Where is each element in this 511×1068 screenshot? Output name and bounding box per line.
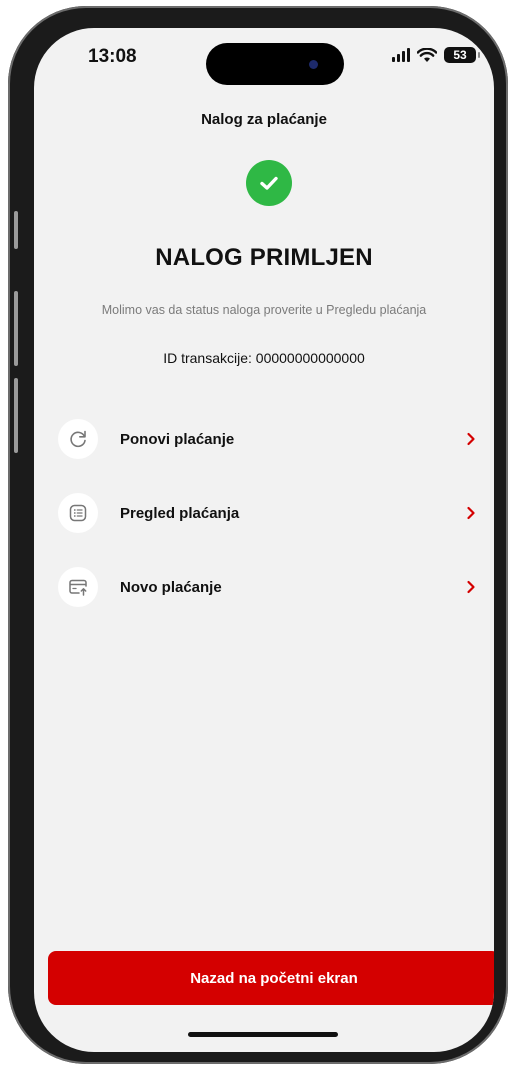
phone-frame: 13:08 53 Nalog za plaćanje NALOG PRIMLJE… [8,6,508,1064]
refresh-icon [58,419,98,459]
card-upload-icon [58,567,98,607]
dynamic-island [206,43,344,85]
action-label: Novo plaćanje [120,578,222,596]
action-list: Ponovi plaćanje Pregled plaćanja Novo pl… [58,402,478,624]
home-indicator[interactable] [188,1032,338,1037]
action-new-payment[interactable]: Novo plaćanje [58,550,478,624]
camera-icon [309,60,318,69]
action-label: Ponovi plaćanje [120,430,235,448]
back-to-home-button[interactable]: Nazad na početni ekran [48,951,494,1005]
app-screen: 13:08 53 Nalog za plaćanje NALOG PRIMLJE… [34,28,494,1052]
side-button-volume-up [14,291,18,366]
action-payment-overview[interactable]: Pregled plaćanja [58,476,478,550]
status-icons: 53 [392,47,480,63]
result-message: Molimo vas da status naloga proverite u … [101,303,427,317]
transaction-id: ID transakcije: 00000000000000 [163,350,365,366]
battery-icon: 53 [444,47,480,63]
action-label: Pregled plaćanja [120,504,240,522]
chevron-right-icon [467,506,475,520]
chevron-right-icon [467,580,475,594]
signal-icon [392,48,410,62]
result-heading: NALOG PRIMLJEN [155,244,373,271]
list-icon [58,493,98,533]
page-title: Nalog za plaćanje [201,111,327,128]
wifi-icon [417,47,437,62]
status-time: 13:08 [88,46,137,67]
side-button-silent [14,211,18,249]
action-repeat-payment[interactable]: Ponovi plaćanje [58,402,478,476]
check-circle-icon [246,160,292,206]
side-button-volume-down [14,378,18,453]
chevron-right-icon [467,432,475,446]
